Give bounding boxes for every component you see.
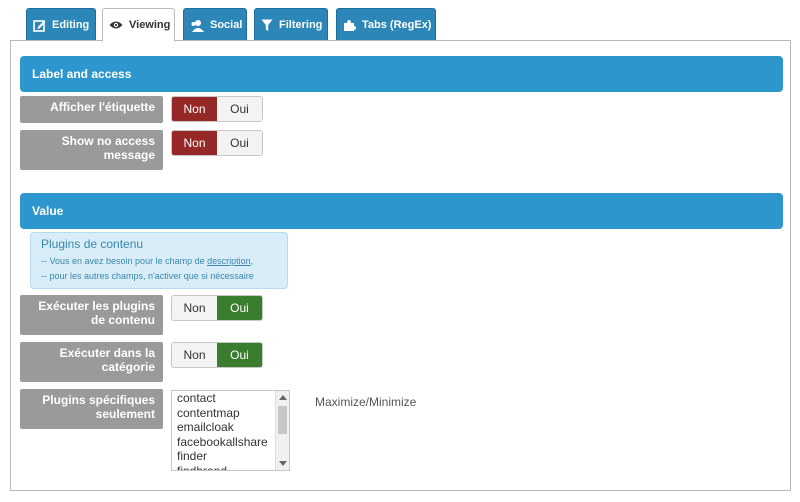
scrollbar-thumb[interactable]: [278, 406, 287, 434]
list-item[interactable]: contact: [172, 391, 289, 406]
tab-label: Tabs (RegEx): [362, 19, 432, 31]
plugins-multiselect[interactable]: contact contentmap emailcloak facebookal…: [171, 390, 290, 471]
funnel-icon: [261, 19, 273, 32]
field-label-show-no-access: Show no access message: [20, 130, 163, 170]
run-plugins-yes-button[interactable]: Oui: [217, 296, 262, 320]
show-no-access-toggle: Non Oui: [171, 130, 263, 156]
field-label-run-plugins: Exécuter les plugins de contenu: [20, 295, 163, 335]
tab-editing[interactable]: Editing: [26, 8, 96, 41]
run-plugins-no-button[interactable]: Non: [172, 296, 217, 320]
tab-label: Filtering: [279, 19, 323, 31]
description-link[interactable]: description: [207, 256, 251, 266]
section-header-value: Value: [20, 193, 783, 229]
scroll-up-icon[interactable]: [279, 395, 287, 400]
field-label-run-in-category: Exécuter dans la catégorie: [20, 342, 163, 382]
show-label-yes-button[interactable]: Oui: [217, 97, 262, 121]
list-item[interactable]: findbrand: [172, 464, 289, 471]
field-label-specific-plugins: Plugins spécifiques seulement: [20, 389, 163, 429]
show-no-access-yes-button[interactable]: Oui: [217, 131, 262, 155]
tab-label: Viewing: [129, 19, 171, 31]
field-label-show-label: Afficher l'étiquette: [20, 96, 163, 123]
list-item[interactable]: emailcloak: [172, 420, 289, 435]
eye-icon: [109, 20, 123, 30]
run-in-category-toggle: Non Oui: [171, 342, 263, 368]
tab-filtering[interactable]: Filtering: [254, 8, 328, 41]
listbox-scrollbar[interactable]: [275, 391, 289, 470]
show-no-access-no-button[interactable]: Non: [172, 131, 217, 155]
edit-icon: [33, 19, 46, 32]
list-item[interactable]: finder: [172, 449, 289, 464]
plugins-info-box: Plugins de contenu -- Vous en avez besoi…: [30, 232, 288, 289]
tab-regex[interactable]: Tabs (RegEx): [336, 8, 436, 41]
list-item[interactable]: contentmap: [172, 406, 289, 421]
tab-viewing[interactable]: Viewing: [102, 8, 175, 42]
show-label-toggle: Non Oui: [171, 96, 263, 122]
list-item[interactable]: facebookallshare: [172, 435, 289, 450]
run-in-category-no-button[interactable]: Non: [172, 343, 217, 367]
run-in-category-yes-button[interactable]: Oui: [217, 343, 262, 367]
info-line-2: -- pour les autres champs, n'activer que…: [41, 271, 254, 281]
tab-panel-viewing: Label and access Afficher l'étiquette No…: [10, 40, 791, 491]
users-icon: [190, 19, 204, 32]
scroll-down-icon[interactable]: [279, 461, 287, 466]
section-header-label-access: Label and access: [20, 56, 783, 92]
run-plugins-toggle: Non Oui: [171, 295, 263, 321]
info-line-1: -- Vous en avez besoin pour le champ de …: [41, 256, 254, 266]
info-title: Plugins de contenu: [41, 237, 144, 251]
show-label-no-button[interactable]: Non: [172, 97, 217, 121]
tab-label: Social: [210, 19, 243, 31]
tab-label: Editing: [52, 19, 90, 31]
puzzle-icon: [343, 19, 356, 32]
tab-social[interactable]: Social: [183, 8, 247, 41]
maximize-minimize-link[interactable]: Maximize/Minimize: [315, 395, 416, 409]
